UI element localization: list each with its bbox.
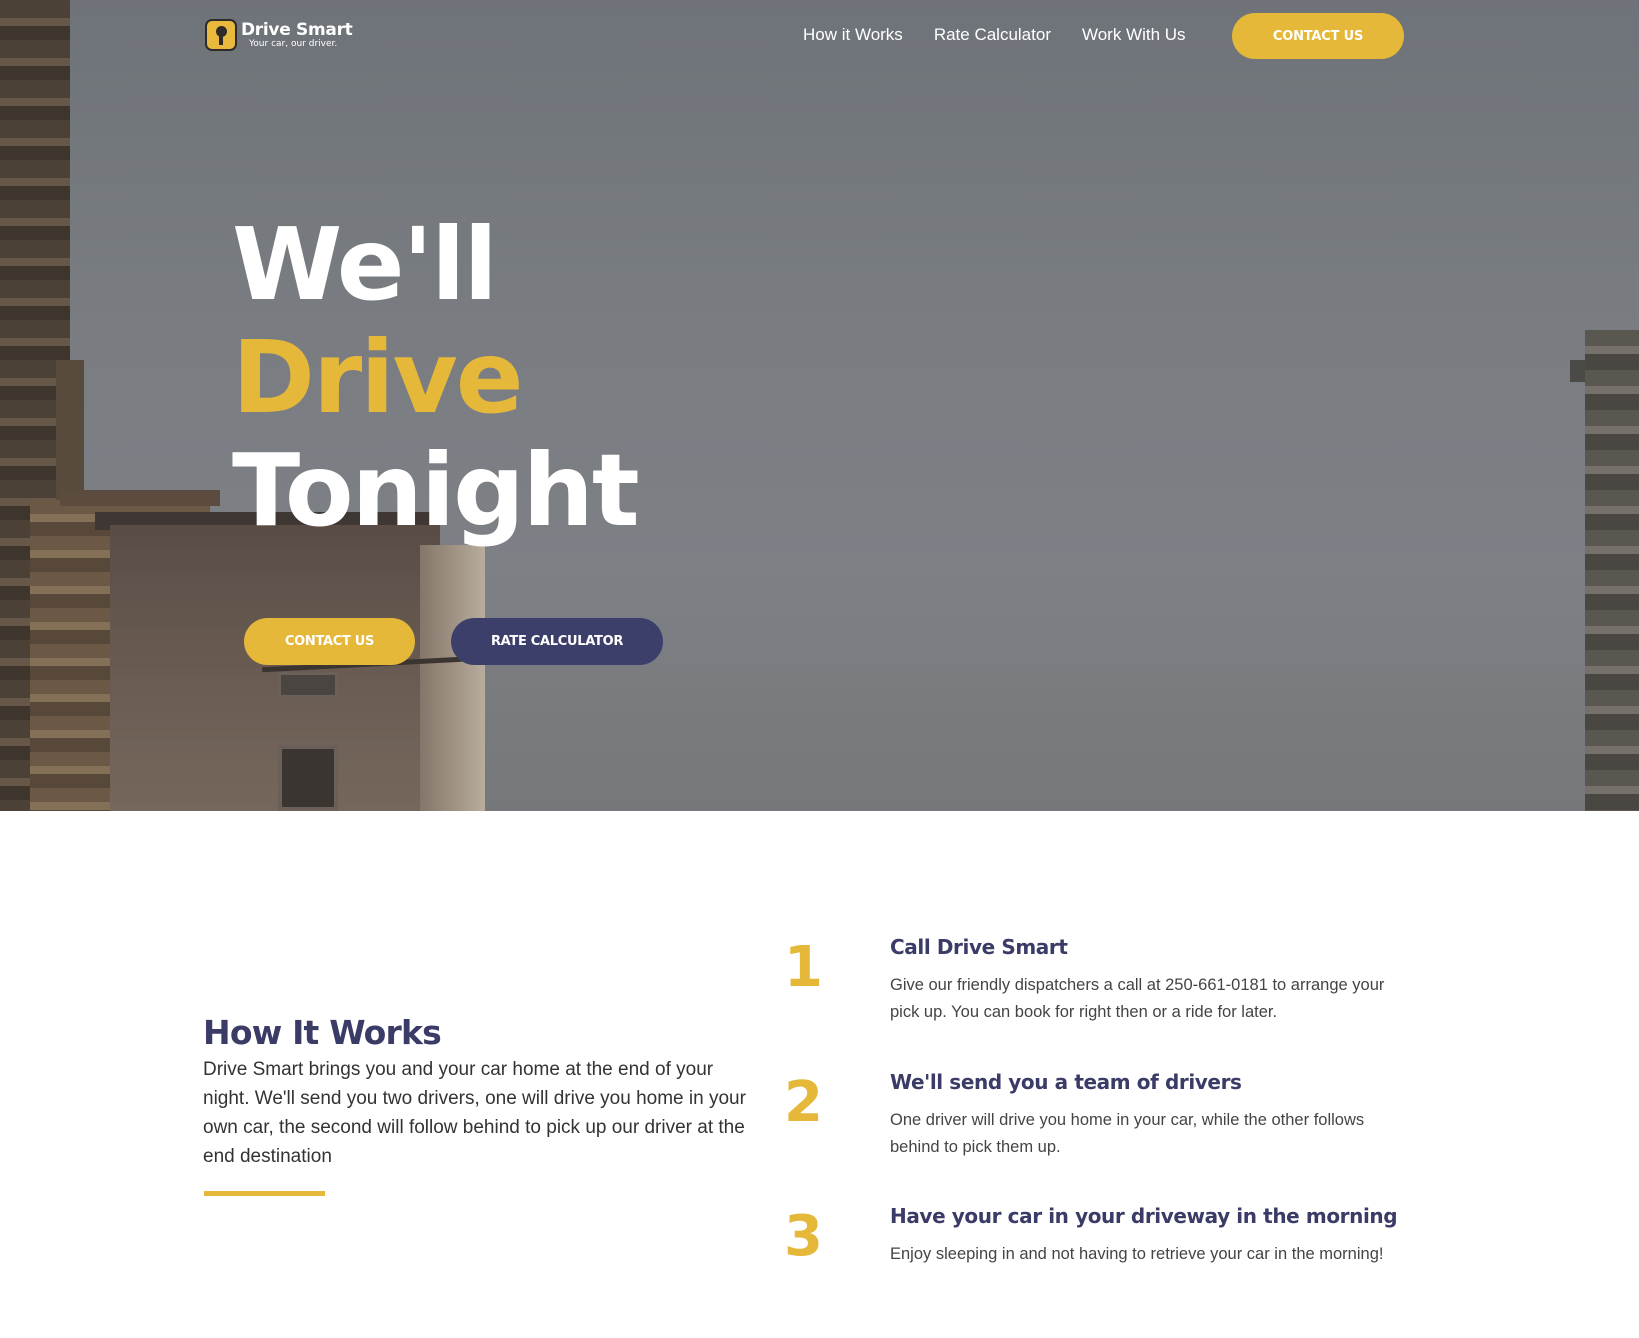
step-number: 3 bbox=[784, 1204, 823, 1269]
hero-title-line-3: Tonight bbox=[232, 432, 640, 549]
top-navigation: Drive Smart Your car, our driver. How it… bbox=[0, 0, 1639, 76]
step-title: Call Drive Smart bbox=[890, 935, 1068, 959]
section-divider bbox=[204, 1191, 325, 1196]
hero-title-line-1: We'll bbox=[232, 206, 498, 323]
nav-link-how-it-works[interactable]: How it Works bbox=[803, 25, 903, 45]
nav-link-work-with-us[interactable]: Work With Us bbox=[1082, 25, 1186, 45]
hero-title: We'll Drive Tonight bbox=[232, 206, 640, 549]
nav-link-rate-calculator[interactable]: Rate Calculator bbox=[934, 25, 1051, 45]
nav-links: How it Works Rate Calculator Work With U… bbox=[803, 25, 1217, 45]
hero-title-line-2: Drive bbox=[232, 319, 524, 436]
step-description: Give our friendly dispatchers a call at … bbox=[890, 976, 1385, 1021]
step-number: 1 bbox=[784, 935, 823, 1000]
step-description: Enjoy sleeping in and not having to retr… bbox=[890, 1245, 1384, 1263]
brand-name: Drive Smart bbox=[241, 19, 353, 40]
hero-rate-calculator-button[interactable]: RATE CALCULATOR bbox=[451, 618, 663, 665]
hero-contact-button[interactable]: CONTACT US bbox=[244, 618, 415, 665]
step-title: Have your car in your driveway in the mo… bbox=[890, 1204, 1398, 1228]
lightbulb-icon bbox=[205, 19, 237, 51]
brand-tagline: Your car, our driver. bbox=[249, 38, 338, 49]
hero-section: We'll Drive Tonight CONTACT US RATE CALC… bbox=[0, 0, 1639, 811]
step-description: One driver will drive you home in your c… bbox=[890, 1111, 1365, 1156]
nav-contact-button[interactable]: CONTACT US bbox=[1232, 13, 1404, 59]
brand-logo[interactable]: Drive Smart Your car, our driver. bbox=[205, 19, 353, 51]
how-it-works-description: Drive Smart brings you and your car home… bbox=[203, 1059, 746, 1167]
how-it-works-title: How It Works bbox=[203, 1013, 442, 1052]
step-number: 2 bbox=[784, 1070, 823, 1135]
step-title: We'll send you a team of drivers bbox=[890, 1070, 1242, 1094]
